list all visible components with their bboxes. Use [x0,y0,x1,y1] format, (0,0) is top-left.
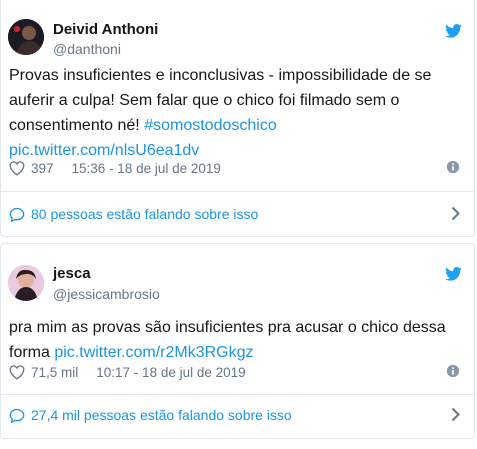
twitter-bird-icon[interactable] [445,24,462,38]
tweet-header: Deivid Anthoni @danthoni [1,0,474,57]
hashtag-link[interactable]: #somostodoschico [144,117,277,134]
info-icon[interactable] [446,160,460,174]
tweet-feed: Deivid Anthoni @danthoni Provas insufici… [0,0,477,449]
tweet-meta: 397 15:36 - 18 de jul de 2019 [9,158,460,178]
chevron-right-icon [451,407,460,422]
timestamp[interactable]: 15:36 - 18 de jul de 2019 [72,161,221,176]
media-link[interactable]: pic.twitter.com/r2Mk3RGkgz [54,344,253,361]
avatar-image [8,19,44,55]
timestamp[interactable]: 10:17 - 18 de jul de 2019 [96,365,245,380]
tweet-header: jesca @jessicambrosio [1,244,474,304]
info-icon[interactable] [446,364,460,378]
tweet-text: pra mim as provas são insuficientes pra … [9,315,456,365]
display-name[interactable]: Deivid Anthoni [53,21,158,38]
heart-icon[interactable] [9,160,25,176]
avatar-image [8,265,44,301]
display-name[interactable]: jesca [53,265,91,282]
tweet-card[interactable]: jesca @jessicambrosio pra mim as provas … [0,243,475,439]
avatar[interactable] [8,265,44,301]
like-count[interactable]: 71,5 mil [31,365,78,380]
avatar[interactable] [8,19,44,55]
conversation-link[interactable]: 27,4 mil pessoas estão falando sobre iss… [9,403,460,427]
user-handle[interactable]: @jessicambrosio [53,286,160,302]
divider [1,394,474,395]
comment-bubble-icon [9,207,25,222]
conversation-link[interactable]: 80 pessoas estão falando sobre isso [9,202,460,226]
tweet-meta: 71,5 mil 10:17 - 18 de jul de 2019 [9,362,460,382]
tweet-text: Provas insuficientes e inconclusivas - i… [9,63,456,163]
conversation-label: 27,4 mil pessoas estão falando sobre iss… [31,407,292,423]
like-count[interactable]: 397 [31,161,54,176]
tweet-card[interactable]: Deivid Anthoni @danthoni Provas insufici… [0,0,475,237]
user-handle[interactable]: @danthoni [53,41,121,57]
comment-bubble-icon [9,408,25,423]
conversation-label: 80 pessoas estão falando sobre isso [31,206,259,222]
media-link[interactable]: pic.twitter.com/nlsU6ea1dv [9,142,199,159]
chevron-right-icon [451,206,460,221]
divider [1,191,474,192]
heart-icon[interactable] [9,364,25,380]
twitter-bird-icon[interactable] [445,267,462,281]
